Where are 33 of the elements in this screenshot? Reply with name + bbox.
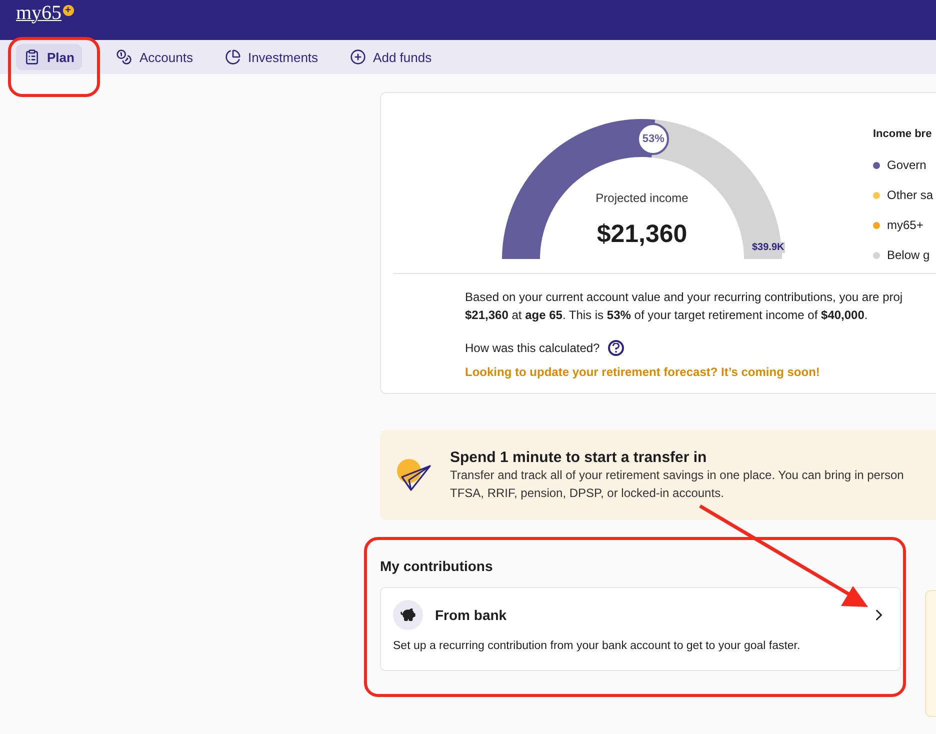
legend-label: Other sa [887, 188, 934, 202]
gauge-max-label: $39.9K [751, 242, 786, 253]
clipboard-icon [24, 49, 40, 65]
piggy-bank-icon [393, 600, 423, 630]
contribution-card[interactable]: From bank Set up a recurring contribution from your bank account to get to your goal faster. [380, 587, 901, 671]
contribution-title: From bank [435, 607, 508, 623]
nav-tab[interactable]: Add funds [342, 44, 440, 70]
nav-tab[interactable]: Plan [16, 44, 82, 70]
nav-tab[interactable]: Investments [216, 44, 326, 70]
section-title: My contributions [380, 558, 494, 574]
plus-circle-icon [350, 49, 366, 65]
pie-chart-icon [224, 49, 241, 65]
transfer-banner[interactable]: Spend 1 minute to start a transfer in Transfer and track all of your retirement savings in one place. You can bring in person TFSA, RRIF, pension, DPSP, or locked-in accounts. [380, 430, 936, 520]
contribution-description: Set up a recurring contribution from your bank account to get to your goal faster. [393, 640, 802, 652]
projected-amount: $21,360 [596, 220, 688, 249]
notice-text: Looking to update your retirement forecast? It’s coming soon! [465, 365, 821, 379]
paper-plane-icon [396, 458, 432, 492]
coins-icon [116, 49, 132, 65]
gauge-label: Projected income [594, 191, 690, 205]
legend-label: Govern [887, 158, 926, 172]
legend-label: my65+ [887, 218, 924, 232]
banner-text: Transfer and track all of your retirement savings in one place. You can bring in person [450, 466, 904, 484]
summary-text: $21,360 at age 65. This is 53% of your target retirement income of $40,000. [465, 307, 869, 324]
logo-text[interactable]: my65 [16, 2, 62, 25]
banner-title: Spend 1 minute to start a transfer in [450, 448, 708, 466]
help-question: How was this calculated? [465, 340, 600, 357]
logo-badge: + [62, 5, 74, 16]
summary-text: Based on your current account value and your recurring contributions, you are proj [465, 289, 904, 306]
legend-title: Income bre [873, 128, 933, 140]
banner-text: TFSA, RRIF, pension, DPSP, or locked-in accounts. [450, 484, 725, 502]
nav-tab[interactable]: Accounts [108, 44, 201, 70]
legend-label: Below g [887, 248, 930, 262]
help-icon[interactable] [608, 340, 624, 356]
